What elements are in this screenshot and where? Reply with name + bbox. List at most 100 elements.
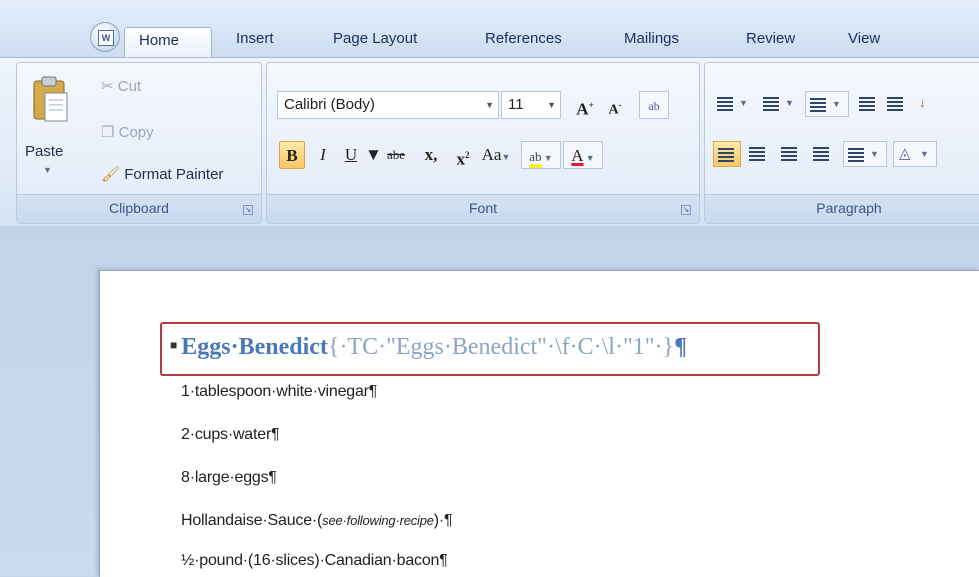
paintbrush-icon: 🖌 <box>101 166 121 183</box>
font-size-combo[interactable]: 11 ▼ <box>501 91 561 119</box>
numbering-dropdown-icon[interactable]: ▼ <box>785 98 794 108</box>
font-name-value: Calibri (Body) <box>284 96 375 113</box>
line-spacing-dropdown-icon[interactable]: ▼ <box>870 149 879 159</box>
font-name-combo[interactable]: Calibri (Body) ▼ <box>277 91 499 119</box>
font-name-dropdown-icon[interactable]: ▼ <box>485 92 494 118</box>
ingredient-line-hollandaise[interactable]: Hollandaise·Sauce·(see·following·recipe)… <box>181 512 453 530</box>
grow-font-icon: A <box>576 99 589 119</box>
multilevel-list-dropdown-icon[interactable]: ▼ <box>832 99 841 109</box>
subscript-icon: x, <box>424 145 438 164</box>
font-launcher-icon[interactable]: ↘ <box>681 205 691 215</box>
clipboard-launcher-icon[interactable]: ↘ <box>243 205 253 215</box>
superscript-button[interactable]: x2 <box>449 141 477 169</box>
tab-page-layout[interactable]: Page Layout <box>333 27 417 58</box>
align-right-button[interactable] <box>777 141 805 167</box>
underline-icon: U <box>344 145 358 164</box>
highlight-dropdown-icon[interactable]: ▼ <box>542 153 553 163</box>
ribbon: Paste ▼ ✂ Cut ❐ Copy 🖌 Format Painter Cl… <box>0 57 979 227</box>
font-size-dropdown-icon[interactable]: ▼ <box>547 92 556 118</box>
paste-button[interactable]: Paste ▼ <box>23 73 79 181</box>
shrink-font-button[interactable]: A- <box>601 91 629 119</box>
office-button[interactable]: W <box>90 22 120 52</box>
underline-dropdown-icon[interactable]: ▼ <box>365 141 382 169</box>
decrease-indent-icon <box>859 97 875 111</box>
underline-button[interactable]: U <box>339 141 363 169</box>
format-painter-button[interactable]: 🖌 Format Painter <box>101 165 223 189</box>
scissors-icon: ✂ <box>101 78 114 95</box>
align-left-button[interactable] <box>713 141 741 167</box>
change-case-icon: Aa <box>481 145 502 164</box>
increase-indent-icon <box>887 97 903 111</box>
multilevel-list-icon <box>810 98 826 112</box>
italic-button[interactable]: I <box>311 141 335 169</box>
align-center-button[interactable] <box>745 141 773 167</box>
strikethrough-icon: abe <box>386 147 406 162</box>
bold-button[interactable]: B <box>279 141 305 169</box>
strikethrough-button[interactable]: abe <box>379 141 413 169</box>
cut-label: Cut <box>117 78 142 95</box>
hollandaise-text: Hollandaise·Sauce·( <box>181 512 323 529</box>
font-group-label: Font <box>267 194 699 223</box>
bullets-button[interactable]: ▼ <box>713 91 755 117</box>
paste-icon <box>33 76 68 122</box>
copy-button[interactable]: ❐ Copy <box>101 123 154 147</box>
word-logo-icon: W <box>98 30 114 46</box>
heading-paragraph-mark: ¶ <box>674 334 688 360</box>
font-color-button[interactable]: A ▼ <box>563 141 603 169</box>
paragraph-group-label: Paragraph <box>705 194 979 223</box>
tab-insert[interactable]: Insert <box>236 27 274 58</box>
recipe-heading[interactable]: ■ Eggs·Benedict{·TC·"Eggs·Benedict"·\f·C·… <box>170 334 687 361</box>
clear-formatting-button[interactable]: ab <box>639 91 669 119</box>
highlight-icon: ab <box>529 149 542 168</box>
font-group: Calibri (Body) ▼ 11 ▼ A+ A- ab B I U ▼ a… <box>266 62 700 224</box>
paste-label: Paste <box>25 143 64 160</box>
bullets-icon <box>717 97 733 111</box>
tab-home[interactable]: Home <box>124 27 212 58</box>
ribbon-tab-strip: W Home Insert Page Layout References Mai… <box>0 0 979 58</box>
tab-view[interactable]: View <box>848 27 880 58</box>
numbering-icon <box>763 97 779 111</box>
numbering-button[interactable]: ▼ <box>759 91 801 117</box>
shading-dropdown-icon[interactable]: ▼ <box>920 149 929 159</box>
copy-icon: ❐ <box>101 124 115 141</box>
shading-button[interactable]: ◬ ▼ <box>893 141 937 167</box>
ingredient-line[interactable]: 8·large·eggs¶ <box>181 469 277 487</box>
ingredient-line[interactable]: 2·cups·water¶ <box>181 426 280 444</box>
document-page[interactable] <box>99 270 979 577</box>
highlight-button[interactable]: ab ▼ <box>521 141 561 169</box>
multilevel-list-button[interactable]: ▼ <box>805 91 849 117</box>
see-following-recipe-text: see·following·recipe <box>322 513 434 528</box>
clipboard-group: Paste ▼ ✂ Cut ❐ Copy 🖌 Format Painter Cl… <box>16 62 262 224</box>
grow-font-button[interactable]: A+ <box>571 91 599 119</box>
tab-references[interactable]: References <box>485 27 562 58</box>
font-color-dropdown-icon[interactable]: ▼ <box>584 153 595 163</box>
subscript-button[interactable]: x, <box>417 141 445 169</box>
line-spacing-icon <box>848 148 864 162</box>
paste-dropdown-icon[interactable]: ▼ <box>43 165 52 175</box>
tc-field-code[interactable]: {·TC·"Eggs·Benedict"·\f·C·\l·"1"·} <box>328 334 674 360</box>
clear-formatting-icon: ab <box>648 99 660 113</box>
bold-icon: B <box>286 146 298 165</box>
ingredient-line[interactable]: 1·tablespoon·white·vinegar¶ <box>181 383 377 401</box>
tab-mailings[interactable]: Mailings <box>624 27 679 58</box>
font-size-value: 11 <box>508 96 524 113</box>
change-case-button[interactable]: Aa▼ <box>479 141 513 169</box>
cut-button[interactable]: ✂ Cut <box>101 77 141 101</box>
increase-indent-button[interactable] <box>883 91 909 117</box>
format-painter-label: Format Painter <box>124 166 224 183</box>
shrink-font-icon: A <box>608 102 619 118</box>
tab-review[interactable]: Review <box>746 27 795 58</box>
align-center-icon <box>749 147 765 161</box>
heading-text: Eggs·Benedict <box>181 334 328 360</box>
decrease-indent-button[interactable] <box>855 91 881 117</box>
sort-button[interactable]: ↓ <box>913 91 939 117</box>
justify-button[interactable] <box>809 141 837 167</box>
ingredient-line[interactable]: ½·pound·(16·slices)·Canadian·bacon¶ <box>181 552 448 570</box>
justify-icon <box>813 147 829 161</box>
paragraph-group: ▼ ▼ ▼ ↓ ▼ ◬ ▼ Paragraph <box>704 62 979 224</box>
change-case-dropdown-icon[interactable]: ▼ <box>501 152 510 162</box>
clipboard-group-label: Clipboard <box>17 194 261 223</box>
bullets-dropdown-icon[interactable]: ▼ <box>739 98 748 108</box>
heading-bullet-icon: ■ <box>170 338 178 352</box>
line-spacing-button[interactable]: ▼ <box>843 141 887 167</box>
